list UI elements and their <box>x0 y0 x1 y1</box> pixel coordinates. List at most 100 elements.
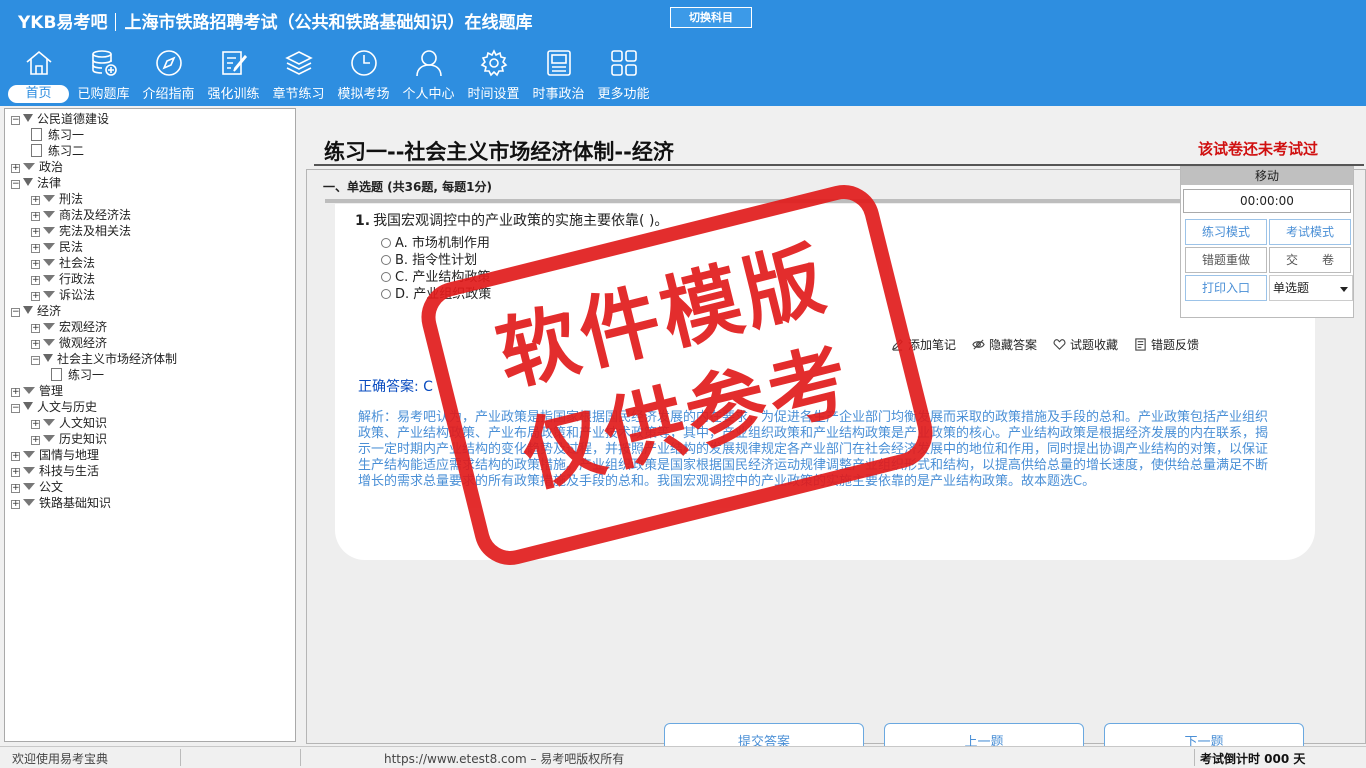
nav-label: 个人中心 <box>402 87 455 102</box>
tree-node[interactable]: + 人文知识 <box>31 415 107 431</box>
print-button[interactable]: 打印入口 <box>1185 275 1267 301</box>
tree-node[interactable]: − 法律 <box>11 175 61 191</box>
expand-icon[interactable]: + <box>31 324 40 333</box>
expand-icon[interactable]: + <box>31 228 40 237</box>
panel-drag-handle[interactable]: 移动 <box>1181 167 1353 185</box>
folder-icon <box>23 499 35 506</box>
tree-node[interactable]: + 社会法 <box>31 255 95 271</box>
tree-node[interactable]: + 诉讼法 <box>31 287 95 303</box>
tree-node[interactable]: 练习二 <box>31 143 84 159</box>
collapse-icon[interactable]: − <box>11 116 20 125</box>
tree-node[interactable]: − 公民道德建设 <box>11 111 109 127</box>
folder-open-icon <box>23 306 33 314</box>
radio-button[interactable] <box>381 255 391 265</box>
collapse-icon[interactable]: − <box>11 180 20 189</box>
tree-node[interactable]: + 公文 <box>11 479 63 495</box>
exam-mode-button[interactable]: 考试模式 <box>1269 219 1351 245</box>
expand-icon[interactable]: + <box>11 468 20 477</box>
expand-icon[interactable]: + <box>11 388 20 397</box>
redo-wrong-button[interactable]: 错题重做 <box>1185 247 1267 273</box>
folder-icon <box>43 211 55 218</box>
submit-paper-button[interactable]: 交 卷 <box>1269 247 1351 273</box>
question-type-select[interactable]: 单选题 <box>1269 275 1353 301</box>
tree-node[interactable]: + 科技与生活 <box>11 463 99 479</box>
radio-button[interactable] <box>381 289 391 299</box>
report-icon <box>1135 338 1146 351</box>
expand-icon[interactable]: + <box>31 196 40 205</box>
tree-node-label: 练习一 <box>48 128 85 142</box>
tree-node[interactable]: + 国情与地理 <box>11 447 99 463</box>
tree-node[interactable]: + 宪法及相关法 <box>31 223 131 239</box>
expand-icon[interactable]: + <box>31 260 40 269</box>
tree-node[interactable]: + 刑法 <box>31 191 83 207</box>
tree-node-label: 公文 <box>39 480 64 494</box>
question-stem: 我国宏观调控中的产业政策的实施主要依靠( )。 <box>373 213 669 229</box>
tree-node[interactable]: 练习一 <box>51 367 104 383</box>
tree-node[interactable]: + 历史知识 <box>31 431 107 447</box>
folder-open-icon <box>43 354 53 362</box>
collapse-icon[interactable]: − <box>11 308 20 317</box>
nav-home[interactable]: 首页 <box>6 46 71 104</box>
document-icon <box>31 128 42 141</box>
nav-time-settings[interactable]: 时间设置 <box>461 46 526 104</box>
radio-button[interactable] <box>381 272 391 282</box>
nav-more-functions[interactable]: 更多功能 <box>591 46 656 104</box>
gear-icon <box>480 49 507 77</box>
tree-node[interactable]: − 经济 <box>11 303 61 319</box>
nav-current-affairs[interactable]: 时事政治 <box>526 46 591 104</box>
expand-icon[interactable]: + <box>11 452 20 461</box>
tree-node-label: 行政法 <box>59 272 96 286</box>
folder-icon <box>43 291 55 298</box>
tree-node-label: 民法 <box>59 240 84 254</box>
folder-open-icon <box>23 114 33 122</box>
tree-node[interactable]: + 商法及经济法 <box>31 207 131 223</box>
status-bar: 欢迎使用易考宝典 https://www.etest8.com – 易考吧版权所… <box>0 746 1366 768</box>
expand-icon[interactable]: + <box>31 436 40 445</box>
chevron-down-icon <box>1340 287 1348 292</box>
tree-node[interactable]: + 管理 <box>11 383 63 399</box>
switch-subject-button[interactable]: 切换科目 <box>670 7 752 28</box>
tree-node-label: 人文知识 <box>59 416 108 430</box>
expand-icon[interactable]: + <box>31 420 40 429</box>
tree-node[interactable]: + 政治 <box>11 159 63 175</box>
expand-icon[interactable]: + <box>11 164 20 173</box>
nav-label: 强化训练 <box>207 87 260 102</box>
nav-chapter-practice[interactable]: 章节练习 <box>266 46 331 104</box>
expand-icon[interactable]: + <box>31 276 40 285</box>
tree-node[interactable]: + 微观经济 <box>31 335 107 351</box>
welcome-text: 欢迎使用易考宝典 <box>12 752 109 766</box>
expand-icon[interactable]: + <box>31 244 40 253</box>
exam-countdown: 考试倒计时 000 天 <box>1200 752 1306 766</box>
expand-icon[interactable]: + <box>11 484 20 493</box>
folder-icon <box>43 259 55 266</box>
tree-node[interactable]: + 民法 <box>31 239 83 255</box>
nav-intensive-training[interactable]: 强化训练 <box>201 46 266 104</box>
nav-guide[interactable]: 介绍指南 <box>136 46 201 104</box>
nav-label: 介绍指南 <box>142 87 195 102</box>
exam-control-panel: 移动 00:00:00 练习模式 考试模式 错题重做 交 卷 打印入口 单选题 <box>1180 166 1354 318</box>
collapse-icon[interactable]: − <box>11 404 20 413</box>
expand-icon[interactable]: + <box>31 340 40 349</box>
expand-icon[interactable]: + <box>11 500 20 509</box>
folder-icon <box>43 243 55 250</box>
expand-icon[interactable]: + <box>31 212 40 221</box>
tree-node[interactable]: 练习一 <box>31 127 84 143</box>
folder-icon <box>43 435 55 442</box>
nav-mock-exam[interactable]: 模拟考场 <box>331 46 396 104</box>
favorite-question-button[interactable]: 试题收藏 <box>1053 336 1118 353</box>
collapse-icon[interactable]: − <box>31 356 40 365</box>
tree-node[interactable]: − 社会主义市场经济体制 <box>31 351 177 367</box>
radio-button[interactable] <box>381 238 391 248</box>
folder-icon <box>43 339 55 346</box>
hide-answer-button[interactable]: 隐藏答案 <box>972 336 1037 353</box>
tree-node[interactable]: + 铁路基础知识 <box>11 495 111 511</box>
nav-purchased-banks[interactable]: 已购题库 <box>71 46 136 104</box>
practice-mode-button[interactable]: 练习模式 <box>1185 219 1267 245</box>
tree-node[interactable]: − 人文与历史 <box>11 399 97 415</box>
report-error-button[interactable]: 错题反馈 <box>1134 336 1199 353</box>
expand-icon[interactable]: + <box>31 292 40 301</box>
nav-personal-center[interactable]: 个人中心 <box>396 46 461 104</box>
tree-node[interactable]: + 行政法 <box>31 271 95 287</box>
tree-node[interactable]: + 宏观经济 <box>31 319 107 335</box>
layers-icon <box>284 51 313 75</box>
